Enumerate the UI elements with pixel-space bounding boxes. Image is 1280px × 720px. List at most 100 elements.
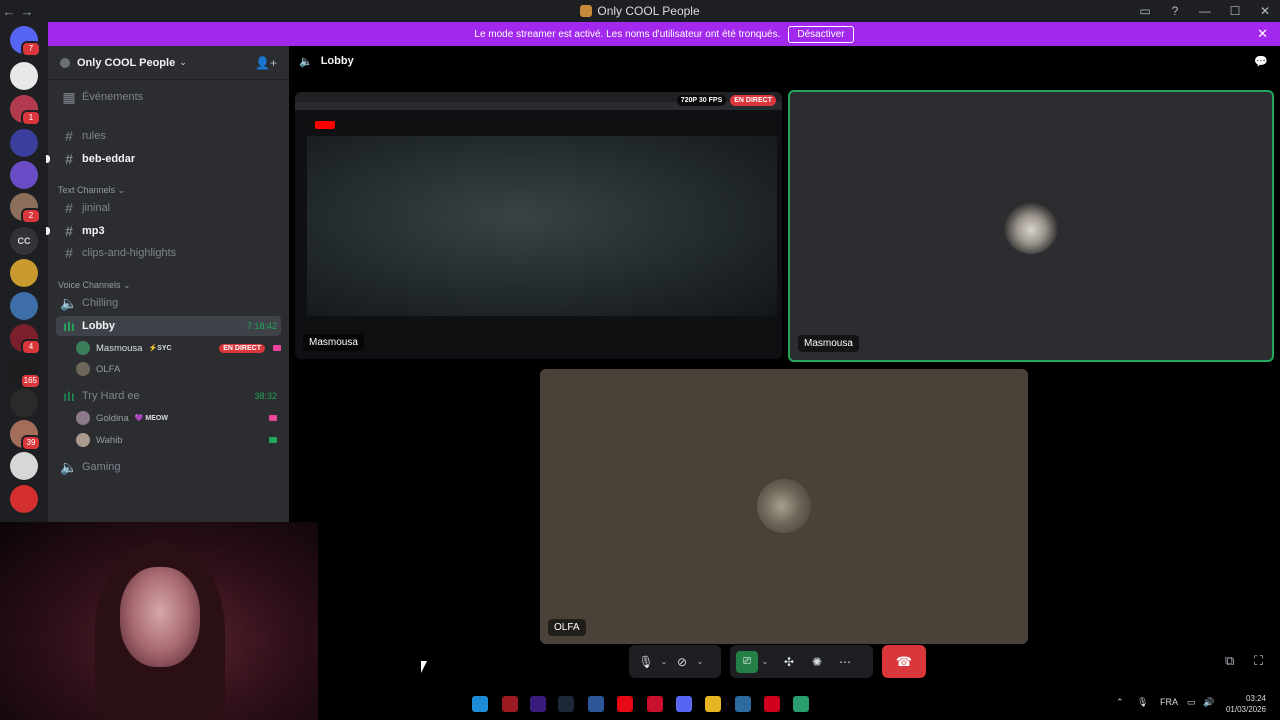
app-icon[interactable] <box>793 696 809 712</box>
guild-name: Only COOL People <box>77 56 176 69</box>
voice-activity-icon: ıIı <box>63 318 75 334</box>
server-icon-server-1[interactable] <box>10 62 38 90</box>
server-icon-server-6[interactable] <box>10 292 38 320</box>
participant-tile-masmousa[interactable]: Masmousa <box>788 90 1274 362</box>
app-icon[interactable] <box>588 696 604 712</box>
netflix-icon[interactable] <box>617 696 633 712</box>
server-icon-server-5[interactable] <box>10 259 38 287</box>
steam-icon[interactable] <box>558 696 574 712</box>
server-icon-server-8[interactable]: 165 <box>10 358 41 389</box>
channel-label: Gaming <box>82 461 121 473</box>
avatar <box>1004 200 1058 254</box>
channel-label: Chilling <box>82 297 119 309</box>
call-channel-name: Lobby <box>320 55 354 67</box>
voice-user-goldina[interactable]: Goldina 💜 MEOW <box>76 408 281 428</box>
clock[interactable]: 03:24 01/03/2026 <box>1226 693 1266 715</box>
maximize-button[interactable]: ☐ <box>1220 4 1250 18</box>
server-icon-discord-home[interactable]: 7 <box>10 26 41 57</box>
chevron-down-icon[interactable]: ⌄ <box>693 657 707 666</box>
speaker-icon: 🔈 <box>60 458 78 475</box>
chat-icon[interactable]: 💬 <box>1254 55 1268 68</box>
voice-channel-lobby[interactable]: ıIı Lobby 7:18:42 <box>56 316 281 336</box>
participant-tile-olfa[interactable]: OLFA <box>540 369 1028 644</box>
stream-tile[interactable]: 720P 30 FPS EN DIRECT Masmousa <box>295 92 782 359</box>
activities-icon[interactable]: ✣ <box>778 655 800 669</box>
app-icon[interactable] <box>502 696 518 712</box>
forward-icon[interactable]: → <box>18 4 36 19</box>
window-title: Only COOL People <box>0 4 1280 18</box>
app-icon[interactable] <box>735 696 751 712</box>
discord-icon[interactable] <box>676 696 692 712</box>
calendar-icon: ▦ <box>62 88 76 105</box>
fullscreen-icon[interactable]: ⛶ <box>1254 653 1263 669</box>
server-icon-server-9[interactable] <box>10 389 38 417</box>
app-icon[interactable] <box>530 696 546 712</box>
server-icon-server-11[interactable] <box>10 452 38 480</box>
help-icon[interactable]: ? <box>1160 4 1190 18</box>
category-text-channels[interactable]: Text Channels ⌄ <box>58 185 125 196</box>
avatar <box>76 341 90 355</box>
volume-icon[interactable]: 🔊 <box>1203 697 1214 708</box>
tray-chevron-icon[interactable]: ⌃ <box>1116 697 1124 708</box>
voice-channel-chilling[interactable]: 🔈 Chilling <box>56 293 281 313</box>
server-icon-server-10[interactable]: 39 <box>10 420 41 451</box>
server-icon-server-3[interactable] <box>10 161 38 189</box>
live-badge: EN DIRECT <box>219 343 265 353</box>
disable-streamer-button[interactable]: Désactiver <box>788 25 854 43</box>
activity-controls: ⎚ ⌄ ✣ ✺ ⋯ <box>730 645 873 678</box>
language-indicator[interactable]: FRA <box>1160 697 1178 707</box>
voice-channel-try-hard[interactable]: ıIı Try Hard ee 38:32 <box>56 386 281 406</box>
inbox-icon[interactable]: ▭ <box>1130 4 1160 18</box>
avatar <box>76 433 90 447</box>
stream-youtube-bar <box>307 118 776 132</box>
quality-badge: 720P 30 FPS <box>676 95 727 106</box>
channel-beb-eddar[interactable]: # beb-eddar <box>46 149 281 169</box>
windows-start-icon[interactable] <box>472 696 488 712</box>
server-icon-server-12[interactable] <box>10 485 38 513</box>
channel-jininal[interactable]: # jininal <box>56 198 281 218</box>
guild-header[interactable]: Only COOL People ⌄ 👤+ <box>48 46 289 80</box>
channel-mp3[interactable]: # mp3 <box>46 221 281 241</box>
channel-clips-and-highlights[interactable]: # clips-and-highlights <box>56 243 281 263</box>
disconnect-button[interactable]: ☎ <box>882 645 926 678</box>
channel-rules[interactable]: # rules <box>56 126 281 146</box>
clock-date: 01/03/2026 <box>1225 705 1266 714</box>
server-icon-server-folder[interactable] <box>10 129 38 157</box>
server-icon-server-4[interactable]: 2 <box>10 193 41 224</box>
streamer-mode-banner: Le mode streamer est activé. Les noms d'… <box>48 22 1280 46</box>
network-icon[interactable]: ▭ <box>1187 697 1196 708</box>
voice-user-wahib[interactable]: Wahib <box>76 430 281 450</box>
close-button[interactable]: ✕ <box>1250 4 1280 18</box>
mention-badge: 7 <box>21 41 41 57</box>
more-icon[interactable]: ⋯ <box>834 655 856 669</box>
minimize-button[interactable]: — <box>1190 4 1220 18</box>
soundboard-icon[interactable]: ✺ <box>806 655 828 669</box>
screen-share-icon[interactable]: ⎚ <box>736 650 758 673</box>
voice-user-masmousa[interactable]: Masmousa ⚡SYC EN DIRECT <box>76 338 281 358</box>
channel-label: Try Hard ee <box>82 390 140 402</box>
microphone-icon[interactable]: 🎙 <box>1137 697 1148 708</box>
events-item[interactable]: ▦ Événements <box>56 87 281 107</box>
close-icon[interactable]: ✕ <box>1257 26 1268 42</box>
popout-icon[interactable]: ⧉ <box>1225 653 1234 669</box>
server-icon-server-cc[interactable]: CC <box>10 227 38 255</box>
voice-channel-gaming[interactable]: 🔈 Gaming <box>56 457 281 477</box>
chevron-down-icon[interactable]: ⌄ <box>758 657 772 666</box>
channel-sidebar: Only COOL People ⌄ 👤+ ▦ Événements # rul… <box>46 46 289 522</box>
server-icon-server-7[interactable]: 4 <box>10 324 41 355</box>
microphone-icon[interactable]: 🎙 <box>635 655 657 669</box>
hash-icon: # <box>65 245 73 261</box>
voice-user-olfa[interactable]: OLFA <box>76 359 281 379</box>
opera-icon[interactable] <box>764 696 780 712</box>
chevron-down-icon[interactable]: ⌄ <box>657 657 671 666</box>
invite-icon[interactable]: 👤+ <box>255 56 277 70</box>
category-voice-channels[interactable]: Voice Channels ⌄ <box>58 280 131 291</box>
app-icon[interactable] <box>647 696 663 712</box>
user-tag: 💜 MEOW <box>134 415 168 422</box>
server-icon-server-2[interactable]: 1 <box>10 95 41 126</box>
camera-off-icon[interactable]: ⊘ <box>671 655 693 669</box>
participant-nametag: Masmousa <box>798 335 859 352</box>
file-explorer-icon[interactable] <box>705 696 721 712</box>
back-icon[interactable]: ← <box>0 4 18 19</box>
unread-indicator <box>46 227 50 235</box>
